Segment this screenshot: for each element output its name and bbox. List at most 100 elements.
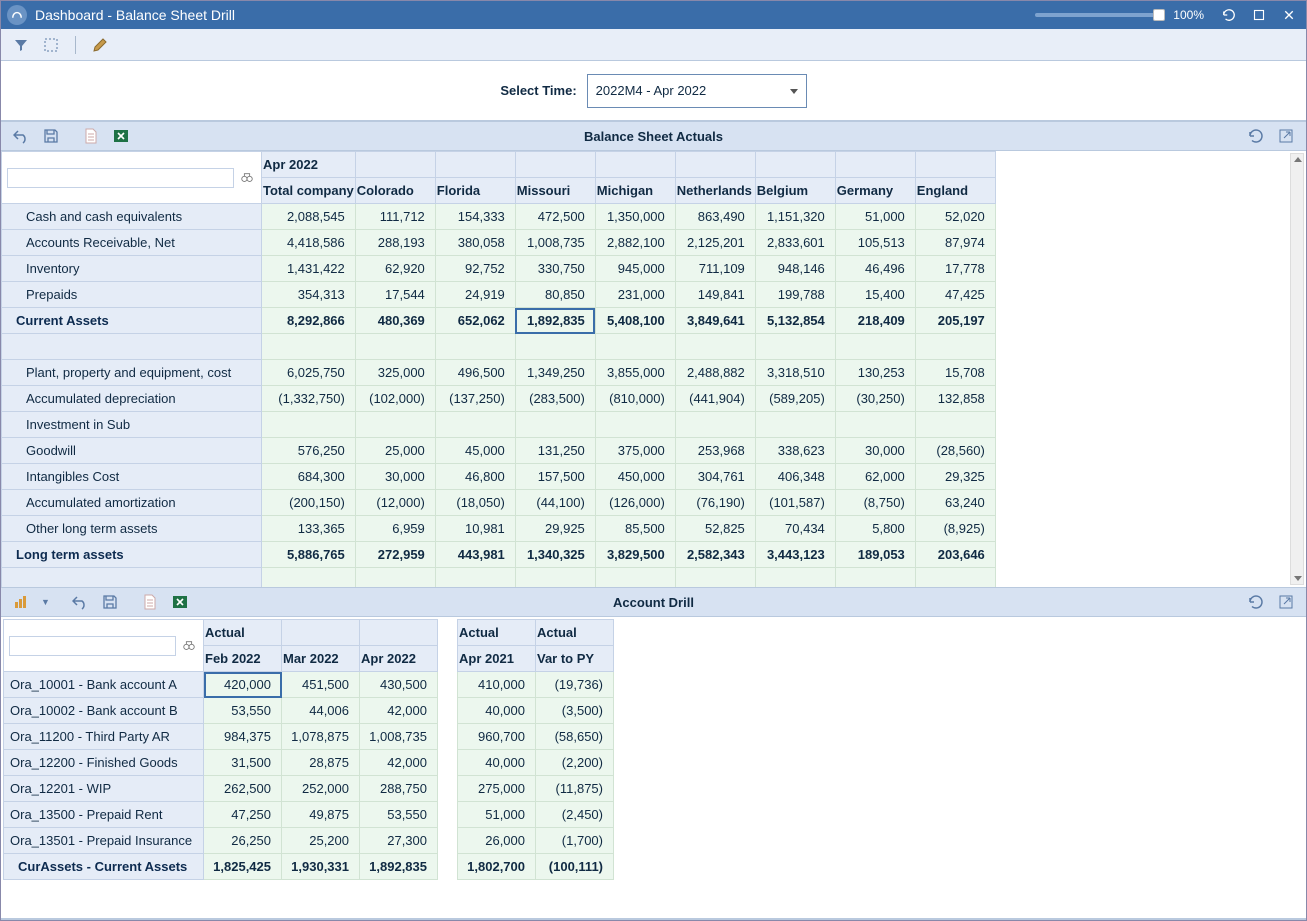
data-cell[interactable]: 15,708 [915, 360, 995, 386]
data-cell[interactable]: 17,544 [355, 282, 435, 308]
data-cell[interactable]: 130,253 [835, 360, 915, 386]
data-cell[interactable]: 1,151,320 [755, 204, 835, 230]
data-cell[interactable]: 6,959 [355, 516, 435, 542]
data-cell[interactable]: 1,349,250 [515, 360, 595, 386]
data-cell[interactable]: (2,450) [536, 802, 614, 828]
column-header[interactable]: Apr 2022 [360, 646, 438, 672]
column-header[interactable]: Mar 2022 [282, 646, 360, 672]
row-label[interactable]: Inventory [2, 256, 262, 282]
data-cell[interactable]: (12,000) [355, 490, 435, 516]
data-cell[interactable]: 52,020 [915, 204, 995, 230]
data-cell[interactable]: 132,858 [915, 386, 995, 412]
undo-icon[interactable] [11, 126, 31, 146]
data-cell[interactable]: 684,300 [262, 464, 356, 490]
data-cell[interactable]: 5,800 [835, 516, 915, 542]
data-cell[interactable]: 231,000 [595, 282, 675, 308]
chart-mode-icon[interactable] [11, 592, 31, 612]
data-cell[interactable]: 111,712 [355, 204, 435, 230]
data-cell[interactable]: 1,802,700 [458, 854, 536, 880]
column-header[interactable]: Germany [835, 178, 915, 204]
grid-search-input[interactable] [7, 168, 234, 188]
vertical-scrollbar[interactable] [1290, 153, 1304, 585]
row-label[interactable]: Prepaids [2, 282, 262, 308]
data-cell[interactable]: 5,132,854 [755, 308, 835, 334]
data-cell[interactable]: 62,920 [355, 256, 435, 282]
data-cell[interactable]: 5,886,765 [262, 542, 356, 568]
data-cell[interactable]: 354,313 [262, 282, 356, 308]
data-cell[interactable]: 576,250 [262, 438, 356, 464]
column-header[interactable]: Belgium [755, 178, 835, 204]
data-cell[interactable]: 31,500 [204, 750, 282, 776]
row-label[interactable]: Goodwill [2, 438, 262, 464]
data-cell[interactable]: 330,750 [515, 256, 595, 282]
panel2-popout-icon[interactable] [1276, 592, 1296, 612]
data-cell[interactable]: 45,000 [435, 438, 515, 464]
data-cell[interactable]: 199,788 [755, 282, 835, 308]
row-label[interactable]: Intangibles Cost [2, 464, 262, 490]
data-cell[interactable]: 131,250 [515, 438, 595, 464]
data-cell[interactable]: 26,250 [204, 828, 282, 854]
data-cell[interactable]: (137,250) [435, 386, 515, 412]
close-icon[interactable] [1278, 4, 1300, 26]
data-cell[interactable] [755, 412, 835, 438]
data-cell[interactable]: 4,418,586 [262, 230, 356, 256]
data-cell[interactable]: 945,000 [595, 256, 675, 282]
edit-icon[interactable] [90, 35, 110, 55]
data-cell[interactable]: 27,300 [360, 828, 438, 854]
binoculars-icon[interactable] [238, 169, 256, 187]
data-cell[interactable]: 380,058 [435, 230, 515, 256]
data-cell[interactable]: 154,333 [435, 204, 515, 230]
panel-refresh-icon[interactable] [1246, 126, 1266, 146]
column-header[interactable]: Netherlands [675, 178, 755, 204]
data-cell[interactable]: (810,000) [595, 386, 675, 412]
data-cell[interactable]: (30,250) [835, 386, 915, 412]
data-cell[interactable]: 105,513 [835, 230, 915, 256]
data-cell[interactable]: 863,490 [675, 204, 755, 230]
data-cell[interactable]: 62,000 [835, 464, 915, 490]
data-cell[interactable]: 406,348 [755, 464, 835, 490]
data-cell[interactable]: 30,000 [835, 438, 915, 464]
data-cell[interactable]: 430,500 [360, 672, 438, 698]
row-label[interactable]: Ora_10001 - Bank account A [4, 672, 204, 698]
data-cell[interactable] [435, 412, 515, 438]
row-label[interactable]: Accumulated amortization [2, 490, 262, 516]
data-cell[interactable]: 480,369 [355, 308, 435, 334]
data-cell[interactable]: 42,000 [360, 698, 438, 724]
data-cell[interactable]: 26,000 [458, 828, 536, 854]
data-cell[interactable]: 3,443,123 [755, 542, 835, 568]
column-header[interactable]: Michigan [595, 178, 675, 204]
data-cell[interactable]: (8,750) [835, 490, 915, 516]
column-header[interactable]: Florida [435, 178, 515, 204]
row-label[interactable]: Plant, property and equipment, cost [2, 360, 262, 386]
grid2-search-input[interactable] [9, 636, 176, 656]
data-cell[interactable]: (11,875) [536, 776, 614, 802]
data-cell[interactable]: 338,623 [755, 438, 835, 464]
data-cell[interactable]: (18,050) [435, 490, 515, 516]
data-cell[interactable]: 325,000 [355, 360, 435, 386]
data-cell[interactable]: 450,000 [595, 464, 675, 490]
data-cell[interactable]: 51,000 [835, 204, 915, 230]
data-cell[interactable]: 711,109 [675, 256, 755, 282]
data-cell[interactable]: (3,500) [536, 698, 614, 724]
data-cell[interactable]: 3,849,641 [675, 308, 755, 334]
column-header[interactable]: Colorado [355, 178, 435, 204]
data-cell[interactable]: 1,825,425 [204, 854, 282, 880]
data-cell[interactable]: (76,190) [675, 490, 755, 516]
column-header[interactable]: Var to PY [536, 646, 614, 672]
data-cell[interactable]: 87,974 [915, 230, 995, 256]
data-cell[interactable]: 262,500 [204, 776, 282, 802]
data-cell[interactable]: (28,560) [915, 438, 995, 464]
data-cell[interactable]: 17,778 [915, 256, 995, 282]
data-cell[interactable]: 1,340,325 [515, 542, 595, 568]
data-cell[interactable]: 8,292,866 [262, 308, 356, 334]
data-cell[interactable]: 40,000 [458, 750, 536, 776]
data-cell[interactable]: 29,925 [515, 516, 595, 542]
data-cell[interactable] [675, 412, 755, 438]
data-cell[interactable]: 1,892,835 [360, 854, 438, 880]
row-label[interactable]: Ora_11200 - Third Party AR [4, 724, 204, 750]
data-cell[interactable]: 15,400 [835, 282, 915, 308]
data-cell[interactable]: 443,981 [435, 542, 515, 568]
selection-icon[interactable] [41, 35, 61, 55]
data-cell[interactable]: 149,841 [675, 282, 755, 308]
data-cell[interactable]: 1,431,422 [262, 256, 356, 282]
